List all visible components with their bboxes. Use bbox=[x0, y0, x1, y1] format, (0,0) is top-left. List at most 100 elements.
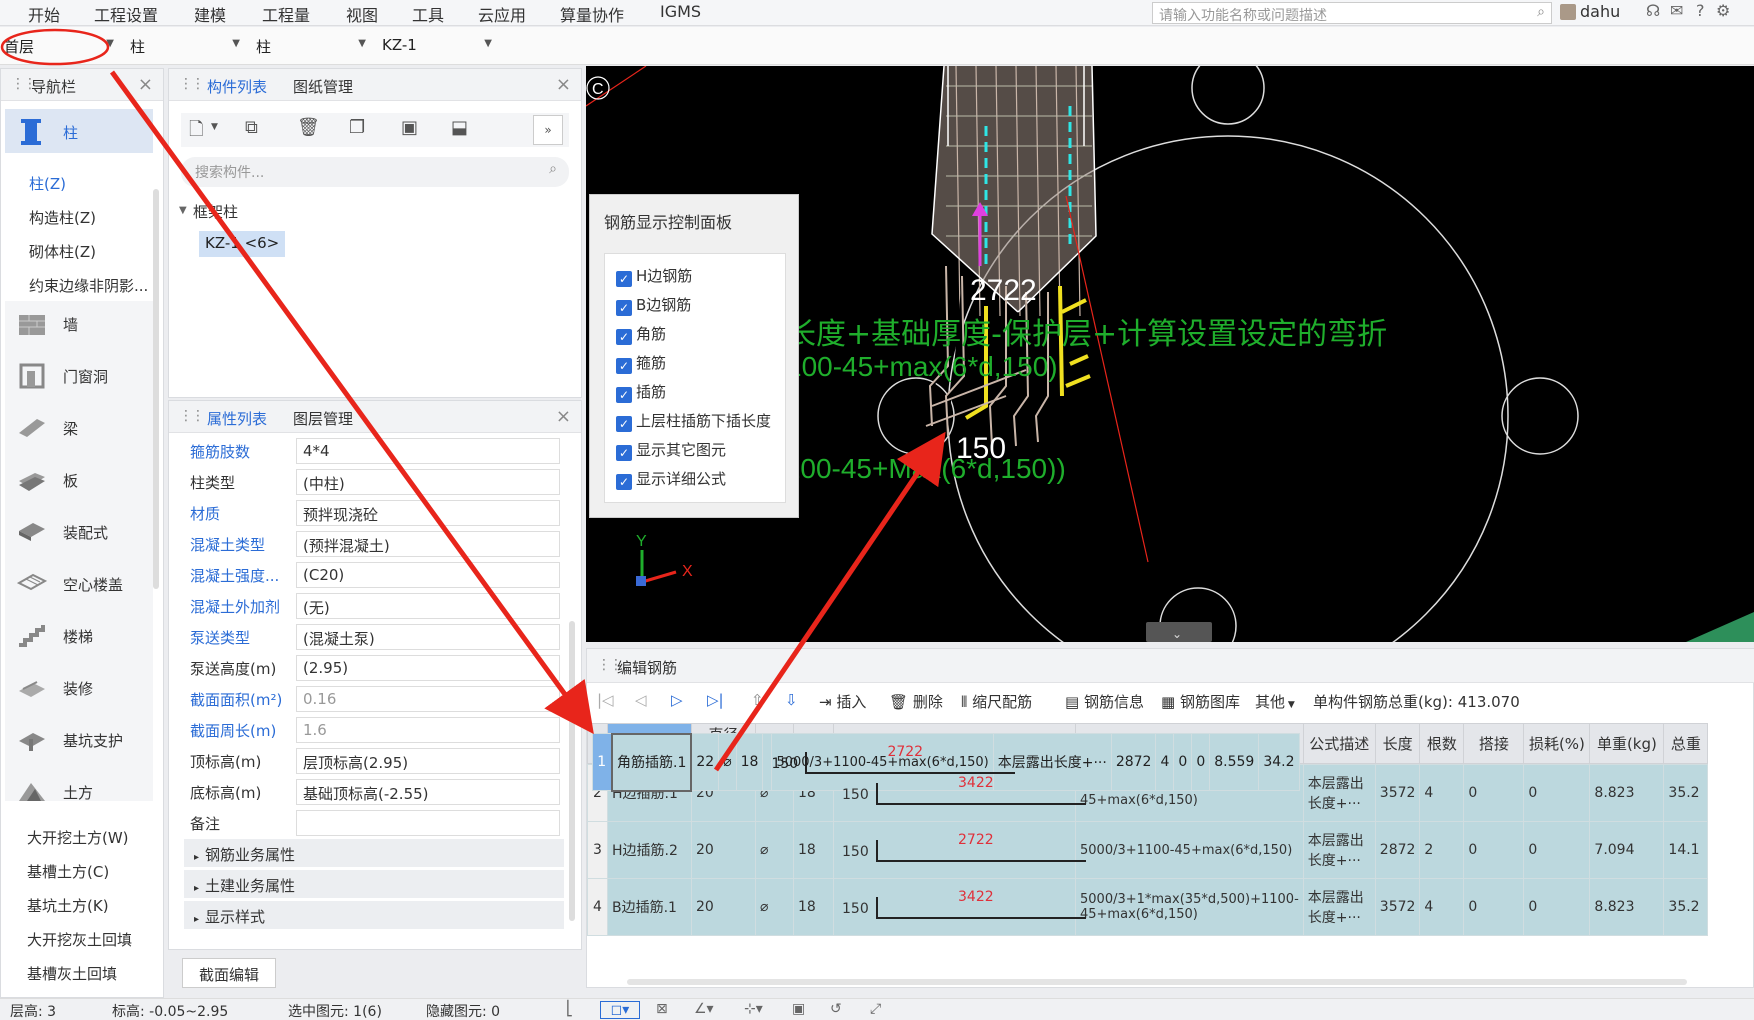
cell-length[interactable]: 2872 bbox=[1374, 821, 1421, 879]
category-select[interactable]: 柱 ▼ bbox=[126, 33, 246, 59]
cell-length[interactable]: 3572 bbox=[1374, 764, 1421, 822]
prop-value[interactable]: 预拌现浇砼 bbox=[296, 500, 560, 526]
cell-diameter[interactable]: 22 bbox=[690, 733, 720, 791]
checkbox-show-others[interactable]: ✓ 显示其它图元 bbox=[616, 439, 726, 461]
col-header[interactable]: 损耗(%) bbox=[1523, 723, 1591, 764]
user-name[interactable]: dahu bbox=[1580, 2, 1620, 21]
cell-shape[interactable]: 150 3422 bbox=[833, 878, 1086, 936]
tree-item-kz1[interactable]: KZ-1 <6> bbox=[199, 231, 286, 257]
prop-value[interactable]: 层顶标高(2.95) bbox=[296, 748, 560, 774]
nav-scrollbar[interactable] bbox=[153, 189, 159, 589]
grip-icon[interactable]: ⋮⋮ bbox=[179, 408, 205, 424]
cell-figure-no[interactable]: 18 bbox=[793, 821, 834, 879]
component-search-input[interactable]: 搜索构件... ⌕ bbox=[181, 157, 569, 187]
delete-button[interactable]: 🗑 删除 bbox=[889, 691, 943, 712]
nav-cat-decoration[interactable]: 装修 bbox=[15, 669, 145, 709]
col-header[interactable]: 长度 bbox=[1374, 723, 1421, 764]
cell-unit-weight[interactable]: 8.823 bbox=[1589, 764, 1665, 822]
delete-icon[interactable]: 🗑 bbox=[297, 117, 320, 138]
checkbox-upper-dowel-length[interactable]: ✓ 上层柱插筋下插长度 bbox=[616, 410, 771, 432]
menu-modeling[interactable]: 建模 bbox=[194, 2, 226, 26]
cell-description[interactable]: 本层露出长度+··· bbox=[1302, 764, 1376, 822]
nav-sub-trench[interactable]: 基槽土方(C) bbox=[27, 861, 109, 882]
prop-value[interactable]: (混凝土泵) bbox=[296, 624, 560, 650]
avatar[interactable] bbox=[1560, 4, 1576, 20]
cell-name[interactable]: B边插筋.1 bbox=[607, 878, 692, 936]
cell-total-weight[interactable]: 34.2 bbox=[1258, 733, 1300, 791]
table-row[interactable]: 3 H边插筋.2 20 ⌀ 18 150 2722 5000/3+1100-45+… bbox=[587, 821, 1709, 879]
cell-count[interactable]: 4 bbox=[1419, 878, 1465, 936]
prop-group-rebar[interactable]: ▸ 钢筋业务属性 bbox=[184, 839, 564, 867]
cell-count[interactable]: 4 bbox=[1155, 733, 1175, 791]
menu-tools[interactable]: 工具 bbox=[412, 2, 444, 26]
cross-select-icon[interactable]: ⊠ bbox=[656, 1001, 668, 1017]
cell-diameter[interactable]: 20 bbox=[691, 878, 756, 936]
nav-sub-construct-column[interactable]: 构造柱(Z) bbox=[29, 207, 96, 228]
tab-layer-management[interactable]: 图层管理 bbox=[293, 408, 353, 429]
prop-value[interactable]: (C20) bbox=[296, 562, 560, 588]
cell-description[interactable]: 本层露出长度+··· bbox=[1302, 821, 1376, 879]
tree-expand-icon[interactable]: ▼ bbox=[179, 205, 187, 216]
col-header[interactable]: 公式描述 bbox=[1302, 723, 1376, 764]
cell-lap[interactable]: 0 bbox=[1173, 733, 1193, 791]
help-icon[interactable]: ? bbox=[1696, 1, 1705, 20]
close-icon[interactable]: × bbox=[138, 74, 153, 95]
function-search-input[interactable]: 请输入功能名称或问题描述 ⌕ bbox=[1152, 2, 1552, 24]
nav-sub-trench-backfill[interactable]: 基槽灰土回填 bbox=[27, 963, 117, 984]
prop-value[interactable]: (无) bbox=[296, 593, 560, 619]
rebar-library-button[interactable]: ▦ 钢筋图库 bbox=[1161, 691, 1240, 712]
more-icon[interactable]: » bbox=[533, 115, 563, 145]
snap-icon[interactable]: ▣ bbox=[792, 1001, 805, 1017]
box-select-icon[interactable]: ◻▾ bbox=[600, 1001, 640, 1019]
table-row[interactable]: 4 B边插筋.1 20 ⌀ 18 150 3422 5000/3+1*max(35… bbox=[587, 878, 1709, 936]
scale-rebar-button[interactable]: ⫴ 缩尺配筋 bbox=[961, 691, 1032, 712]
first-icon[interactable]: |◁ bbox=[597, 691, 614, 709]
nav-cat-wall[interactable]: 墙 bbox=[15, 305, 145, 345]
cell-loss[interactable]: 0 bbox=[1523, 821, 1591, 879]
cell-lap[interactable]: 0 bbox=[1463, 764, 1525, 822]
col-header[interactable]: 单重(kg) bbox=[1589, 723, 1665, 764]
nav-sub-masonry-column[interactable]: 砌体柱(Z) bbox=[29, 241, 96, 262]
nav-cat-stair[interactable]: 楼梯 bbox=[15, 617, 145, 657]
checkbox-h-rebar[interactable]: ✓ H边钢筋 bbox=[616, 265, 692, 287]
next-icon[interactable]: ▷ bbox=[671, 691, 683, 709]
move-down-icon[interactable]: ⇩ bbox=[785, 691, 798, 709]
copy-icon[interactable]: ⧉ bbox=[245, 117, 258, 138]
tab-component-list[interactable]: 构件列表 bbox=[207, 76, 267, 97]
cell-figure-no[interactable]: 18 bbox=[735, 733, 764, 791]
last-icon[interactable]: ▷| bbox=[707, 691, 724, 709]
cell-grade[interactable]: ⌀ bbox=[755, 878, 794, 936]
cell-unit-weight[interactable]: 8.823 bbox=[1589, 878, 1665, 936]
checkbox-dowel[interactable]: ✓ 插筋 bbox=[616, 381, 666, 403]
nav-sub-pit[interactable]: 基坑土方(K) bbox=[27, 895, 109, 916]
menu-view[interactable]: 视图 bbox=[346, 2, 378, 26]
rotate-icon[interactable]: ↺ bbox=[830, 1001, 842, 1017]
nav-sub-excavation-backfill[interactable]: 大开挖灰土回填 bbox=[27, 929, 132, 950]
col-header[interactable]: 总重 bbox=[1663, 723, 1709, 764]
cell-count[interactable]: 4 bbox=[1419, 764, 1465, 822]
checkbox-show-formula[interactable]: ✓ 显示详细公式 bbox=[616, 468, 726, 490]
menu-project-settings[interactable]: 工程设置 bbox=[94, 2, 158, 26]
cell-unit-weight[interactable]: 7.094 bbox=[1589, 821, 1665, 879]
tree-group-frame-column[interactable]: 框架柱 bbox=[193, 201, 238, 222]
cell-lap[interactable]: 0 bbox=[1463, 878, 1525, 936]
rebar-info-button[interactable]: ▤ 钢筋信息 bbox=[1065, 691, 1144, 712]
cell-shape[interactable]: 150 3422 bbox=[833, 764, 1086, 822]
angle-tool-icon[interactable]: ∠▾ bbox=[694, 1001, 714, 1017]
insert-button[interactable]: ⇥ 插入 bbox=[819, 691, 866, 712]
cell-length[interactable]: 3572 bbox=[1374, 878, 1421, 936]
prop-value[interactable]: 4*4 bbox=[296, 438, 560, 464]
checkbox-corner-rebar[interactable]: ✓ 角筋 bbox=[616, 323, 666, 345]
table-row[interactable]: 1 角筋插筋.1 22 ⌀ 18 150 2722 5000/3+1100-45+… bbox=[588, 730, 1304, 792]
component-select[interactable]: KZ-1 ▼ bbox=[378, 33, 498, 59]
cell-name[interactable]: 角筋插筋.1 bbox=[610, 732, 693, 792]
cell-name[interactable]: H边插筋.2 bbox=[607, 821, 692, 879]
cell-loss[interactable]: 0 bbox=[1523, 764, 1591, 822]
cell-loss[interactable]: 0 bbox=[1523, 878, 1591, 936]
nav-sub-boundary[interactable]: 约束边缘非阴影... bbox=[29, 275, 148, 296]
move-up-icon[interactable]: ⇧ bbox=[751, 691, 764, 709]
nav-cat-prefab[interactable]: 装配式 bbox=[15, 513, 145, 553]
settings-icon[interactable]: ⚙ bbox=[1716, 1, 1730, 20]
cell-count[interactable]: 2 bbox=[1419, 821, 1465, 879]
nav-cat-beam[interactable]: 梁 bbox=[15, 409, 145, 449]
